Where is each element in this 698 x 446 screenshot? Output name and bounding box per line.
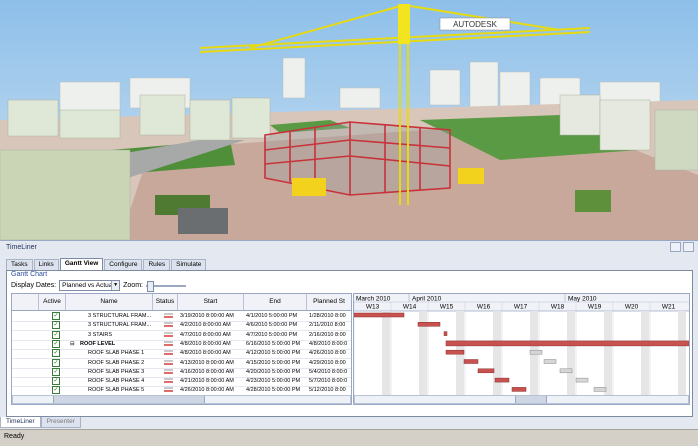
status-icon [164,340,173,346]
active-checkbox[interactable]: ✓ [52,367,60,376]
grid-header-planned[interactable]: Planned St [307,294,351,311]
grid-scroll-thumb[interactable] [53,396,205,403]
status-icon [164,368,173,374]
task-start: 4/26/2010 8:00:00 AM [180,387,234,394]
gantt-chart-label: Gantt Chart [11,271,48,278]
close-icon[interactable] [683,242,694,252]
zoom-slider-thumb[interactable] [146,280,154,292]
actual-bar[interactable] [417,322,441,327]
weekend-stripe [456,311,464,404]
active-checkbox[interactable]: ✓ [52,349,60,358]
planned-bar[interactable] [543,359,557,364]
grid-header-status[interactable]: Status [153,294,178,311]
bottom-tab-timeliner[interactable]: TimeLiner [0,417,41,428]
tab-links[interactable]: Links [33,259,59,270]
task-end: 4/28/2010 5:00:00 PM [246,387,301,394]
gantt-content: Gantt Chart Display Dates: Planned vs Ac… [6,270,693,417]
display-dates-label: Display Dates: [11,282,57,289]
status-text: Ready [4,433,25,440]
actual-bar[interactable] [445,349,465,355]
tab-simulate[interactable]: Simulate [171,259,207,270]
planned-bar[interactable] [559,368,573,374]
display-dates-row: Display Dates: Planned vs Actual ▼ Zoom: [11,280,186,292]
gantt-chart-svg: March 2010 April 2010 May 2010 W13 W14 W15 W16… [354,294,689,404]
week-label: W14 [403,304,417,311]
status-icon [164,359,173,365]
active-checkbox[interactable]: ✓ [52,358,60,367]
active-checkbox[interactable]: ✓ [52,321,60,330]
gantt-chart: March 2010 April 2010 May 2010 W13 W14 W15 W16… [353,293,690,405]
grid-header-start[interactable]: Start [178,294,244,311]
grid-header-active[interactable]: Active [39,294,66,311]
weekend-stripe [530,311,538,404]
chevron-down-icon[interactable]: ▼ [111,281,120,290]
grid-horizontal-scrollbar[interactable] [12,395,351,404]
task-grid: Active Name Status Start End Planned St … [11,293,352,405]
actual-bar[interactable] [445,340,689,347]
planned-bar[interactable] [593,387,607,392]
tab-rules[interactable]: Rules [143,259,171,270]
3d-viewport[interactable]: AUTODESK [0,0,698,240]
planned-bar[interactable] [529,349,543,355]
week-label: W19 [588,304,602,311]
status-icon [164,350,173,356]
timeliner-tabs: Tasks Links Gantt View Configure Rules S… [6,258,207,270]
week-label: W15 [440,304,454,311]
week-label: W13 [366,304,380,311]
weekend-stripe [567,311,575,404]
actual-bar[interactable] [354,312,405,318]
week-label: W17 [514,304,528,311]
week-label: W20 [625,304,639,311]
zoom-slider[interactable] [145,280,186,292]
panel-title: TimeLiner [6,244,37,251]
timeliner-panel: TimeLiner Tasks Links Gantt View Configu… [0,240,698,430]
week-label: W16 [477,304,491,311]
weekend-stripe [641,311,649,404]
week-label: W21 [662,304,676,311]
task-planned-start: 5/12/2010 8:00 [309,387,346,394]
status-icon [164,378,173,384]
actual-bar[interactable] [494,377,510,383]
month-label: May 2010 [568,296,597,303]
display-dates-value: Planned vs Actual [62,282,114,289]
panel-window-buttons [670,242,694,252]
grid-header-spacer [12,294,39,311]
grid-header-end[interactable]: End [244,294,307,311]
crane-sign-text: AUTODESK [453,20,498,29]
tab-tasks[interactable]: Tasks [6,259,33,270]
weekend-stripe [382,311,390,404]
status-bar: Ready [0,429,698,446]
status-icon [164,322,173,328]
actual-bar[interactable] [511,387,527,392]
weekend-stripe [678,311,686,404]
active-checkbox[interactable]: ✓ [52,386,60,395]
chart-horizontal-scrollbar[interactable] [354,395,689,404]
status-icon [164,313,173,318]
status-icon [164,387,173,393]
tab-configure[interactable]: Configure [104,259,143,270]
actual-bar[interactable] [443,331,448,336]
grid-header-name[interactable]: Name [66,294,153,311]
active-checkbox[interactable]: ✓ [52,339,60,348]
month-label: March 2010 [356,296,391,303]
week-label: W18 [551,304,565,311]
active-checkbox[interactable]: ✓ [52,330,60,339]
chart-scroll-thumb[interactable] [515,396,547,403]
tab-gantt-view[interactable]: Gantt View [59,258,104,270]
weekend-stripe [493,311,501,404]
bottom-tab-presenter[interactable]: Presenter [40,417,81,428]
status-icon [164,331,173,337]
construction-scene: AUTODESK [0,0,698,240]
display-dates-select[interactable]: Planned vs Actual ▼ [59,280,121,291]
actual-bar[interactable] [477,368,495,374]
month-label: April 2010 [412,296,442,303]
planned-bar[interactable] [575,377,589,383]
pin-icon[interactable] [670,242,681,252]
actual-bar[interactable] [463,359,479,364]
bottom-panel-tabs: TimeLiner Presenter [0,417,81,428]
active-checkbox[interactable]: ✓ [52,377,60,386]
zoom-label: Zoom: [123,282,143,289]
task-name: ROOF SLAB PHASE 5 [88,387,145,394]
active-checkbox[interactable]: ✓ [52,312,60,320]
